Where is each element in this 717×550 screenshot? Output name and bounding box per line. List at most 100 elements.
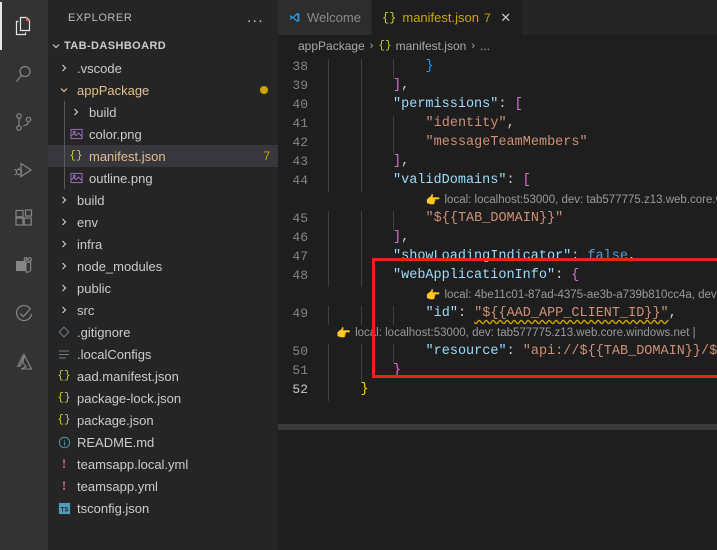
tree-item-label: package.json (77, 412, 154, 428)
line-number[interactable]: 39 (278, 78, 324, 93)
inline-hint-content: 👉 local: localhost:53000, dev: tab577775.… (324, 193, 717, 207)
line-number[interactable]: 49 (278, 306, 324, 321)
ts-icon: TS (56, 502, 72, 515)
git-icon (56, 326, 72, 338)
explorer-title: EXPLORER (68, 11, 133, 24)
tree-item-problem-badge: 7 (263, 149, 270, 163)
tree-item-label: tsconfig.json (77, 500, 150, 516)
tree-item-infra[interactable]: infra (48, 233, 278, 255)
activitybar-item-explorer[interactable] (0, 2, 48, 50)
code-line-content: } (324, 363, 717, 382)
code-token: [ (514, 97, 523, 112)
chevron-right-icon: › (471, 40, 475, 52)
tree-item-teamsapp-yml[interactable]: ! teamsapp.yml (48, 475, 278, 497)
tree-item-build[interactable]: build (48, 189, 278, 211)
line-number[interactable]: 42 (278, 135, 324, 150)
activitybar-item-teams-toolkit[interactable]: T (0, 242, 48, 290)
code-editor[interactable]: 38} 39], 40 "permissions": [41 "identity", 42… (278, 57, 717, 550)
config-icon (56, 349, 72, 360)
line-number[interactable]: 47 (278, 249, 324, 264)
code-token: : (506, 173, 515, 188)
explorer-sidebar: EXPLORER ... TAB-DASHBOARD .vscode appPac… (48, 0, 278, 550)
code-indent-guide (360, 306, 362, 325)
line-number[interactable]: 52 (278, 382, 324, 397)
code-token: ] (393, 230, 402, 245)
tree-item-tsconfig-json[interactable]: TS tsconfig.json (48, 497, 278, 519)
tree-item-env[interactable]: env (48, 211, 278, 233)
tree-item-label: build (89, 104, 117, 120)
code-indent-guide (328, 382, 329, 401)
tree-item-src[interactable]: src (48, 299, 278, 321)
tree-item-outline-png[interactable]: outline.png (48, 167, 278, 189)
close-icon[interactable]: ✕ (500, 11, 512, 24)
tree-item-aad-manifest-json[interactable]: {} aad.manifest.json (48, 365, 278, 387)
breadcrumb-item-manifest-json[interactable]: {} manifest.json (378, 39, 466, 53)
tree-root-tab-dashboard[interactable]: TAB-DASHBOARD (48, 35, 278, 57)
code-indent-guide (393, 306, 395, 325)
tree-item-gitignore[interactable]: .gitignore (48, 321, 278, 343)
code-line: 38} (278, 57, 717, 78)
code-token: , (506, 116, 515, 131)
breadcrumb: appPackage › {} manifest.json › ... (278, 35, 717, 57)
activitybar-item-testing[interactable] (0, 290, 48, 338)
activitybar-item-extensions[interactable] (0, 194, 48, 242)
line-number[interactable]: 46 (278, 230, 324, 245)
line-number[interactable]: 38 (278, 59, 324, 74)
editor-tab-manifest-json[interactable]: {} manifest.json 7 ✕ (371, 0, 523, 35)
code-token: "validDomains" (393, 173, 507, 188)
image-icon (68, 128, 84, 140)
horizontal-scrollbar[interactable] (278, 424, 717, 430)
tree-item-localconfigs[interactable]: .localConfigs (48, 343, 278, 365)
editor-tab-welcome[interactable]: Welcome (278, 0, 372, 35)
editor-tab-manifest-json-label: manifest.json (402, 10, 479, 25)
inline-hint-row: 👉 local: localhost:53000, dev: tab577775.… (278, 323, 717, 342)
code-line-content: "resource": "api://${{TAB_DOMAIN}}/${{AA (324, 344, 717, 363)
line-number[interactable]: 43 (278, 154, 324, 169)
line-number[interactable]: 41 (278, 116, 324, 131)
activitybar-item-azure[interactable] (0, 338, 48, 386)
tree-item-readme-md[interactable]: README.md (48, 431, 278, 453)
editor-tab-bar: Welcome {} manifest.json 7 ✕ (278, 0, 717, 35)
breadcrumb-item-appPackage[interactable]: appPackage (298, 39, 365, 53)
line-number[interactable]: 50 (278, 344, 324, 359)
line-number[interactable]: 45 (278, 211, 324, 226)
code-line: 43], (278, 152, 717, 173)
tree-item-build[interactable]: build (48, 101, 278, 123)
tree-item-label: node_modules (77, 258, 163, 274)
line-number[interactable]: 44 (278, 173, 324, 188)
chevron-right-icon (56, 305, 72, 315)
tree-item-label: manifest.json (89, 148, 166, 164)
activitybar-item-run-and-debug[interactable] (0, 146, 48, 194)
breadcrumb-item-overflow[interactable]: ... (480, 39, 490, 53)
inline-hint-row: 👉 local: 4be11c01-87ad-4375-ae3b-a739b810… (278, 285, 717, 304)
code-line: 48 "webApplicationInfo": { (278, 266, 717, 287)
activitybar-item-source-control[interactable] (0, 98, 48, 146)
code-token: , (668, 306, 677, 321)
line-number[interactable]: 51 (278, 363, 324, 378)
tree-item-package-lock-json[interactable]: {} package-lock.json (48, 387, 278, 409)
tree-item-package-json[interactable]: {} package.json (48, 409, 278, 431)
code-indent-guide (360, 268, 362, 287)
tree-item-public[interactable]: public (48, 277, 278, 299)
code-token: } (425, 59, 434, 74)
tree-item-manifest-json[interactable]: {} manifest.json 7 (48, 145, 278, 167)
tree-item-label: public (77, 280, 111, 296)
extensions-icon (12, 206, 36, 230)
tree-item-label: src (77, 302, 95, 318)
inline-hint-row: 👉 local: localhost:53000, dev: tab577775.… (278, 190, 717, 209)
tree-item-teamsapp-local-yml[interactable]: ! teamsapp.local.yml (48, 453, 278, 475)
line-number[interactable]: 40 (278, 97, 324, 112)
tree-item-apppackage[interactable]: appPackage (48, 79, 278, 101)
code-line: 39], (278, 76, 717, 97)
code-token: , (401, 230, 410, 245)
code-line-content: "messageTeamMembers" (324, 135, 717, 154)
tree-item-node-modules[interactable]: node_modules (48, 255, 278, 277)
code-token: } (360, 382, 369, 397)
tree-item-vscode[interactable]: .vscode (48, 57, 278, 79)
line-number[interactable]: 48 (278, 268, 324, 283)
activitybar-item-search[interactable] (0, 50, 48, 98)
tree-item-color-png[interactable]: color.png (48, 123, 278, 145)
more-actions-icon[interactable]: ... (247, 10, 270, 25)
